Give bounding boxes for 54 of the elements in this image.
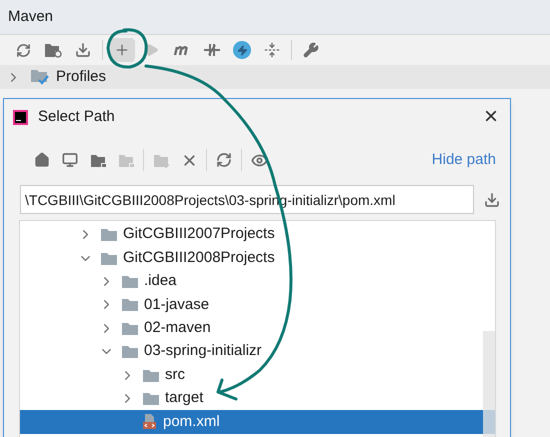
hide-path-link[interactable]: Hide path <box>432 148 496 172</box>
tree-row[interactable]: 03-spring-initializr <box>20 340 495 364</box>
folder-icon <box>142 390 160 406</box>
tree-label: Profiles <box>56 66 106 87</box>
folder-icon <box>121 297 139 312</box>
run-icon <box>145 43 159 57</box>
desktop-icon <box>62 152 78 168</box>
m-letter-icon <box>173 44 191 56</box>
tree-row[interactable]: Profiles <box>0 65 550 89</box>
folder-check-icon <box>30 68 52 86</box>
toolbar-button[interactable] <box>109 38 135 62</box>
panel-title: Maven <box>8 6 54 27</box>
refresh-icon <box>16 42 30 58</box>
tree-row[interactable]: .idea <box>20 270 495 294</box>
tree-label: GitCGBIII2008Projects <box>123 248 275 268</box>
download-icon <box>484 192 500 208</box>
wrench-icon <box>303 42 319 58</box>
dialog-title: Select Path <box>38 106 115 127</box>
tree-label: 01-javase <box>144 294 210 315</box>
folder-icon <box>118 152 134 168</box>
tree-label: GitCGBIII2007Projects <box>123 224 275 244</box>
folder-icon <box>121 344 139 360</box>
folder-refresh-icon <box>44 42 62 58</box>
folder-icon <box>121 320 139 336</box>
folder-icon <box>121 274 139 289</box>
collapse-icon <box>264 42 280 58</box>
add-icon <box>114 42 130 58</box>
tree-label: target <box>165 388 204 408</box>
download-icon <box>75 42 91 58</box>
tree-label: 03-spring-initializr <box>144 341 262 362</box>
tree-row[interactable]: 01-javase <box>20 293 495 317</box>
eye-icon <box>250 152 268 168</box>
xml-file-icon <box>142 413 158 430</box>
home-icon <box>34 152 50 168</box>
tree-label: 02-maven <box>144 318 211 338</box>
tree-row[interactable]: src <box>20 363 495 387</box>
refresh-icon <box>216 152 232 168</box>
tree-label: .idea <box>144 271 177 292</box>
folder-icon <box>100 227 118 242</box>
scrollbar[interactable] <box>483 331 495 437</box>
tree-row[interactable]: GitCGBIII2007Projects <box>20 223 495 246</box>
app-logo-icon <box>13 110 28 124</box>
tree-row[interactable]: 02-maven <box>20 316 495 340</box>
tree-row[interactable]: target <box>20 386 495 410</box>
tree-label: src <box>165 364 185 385</box>
close-button[interactable]: × <box>484 105 498 129</box>
folder-icon <box>142 368 160 383</box>
folder-icon <box>90 152 106 168</box>
skip-tests-icon <box>203 42 221 58</box>
folder-icon <box>100 250 118 266</box>
tree-label: pom.xml <box>163 412 220 432</box>
tree-row[interactable]: GitCGBIII2008Projects <box>20 246 495 270</box>
new-folder-icon <box>152 152 170 168</box>
lightning-icon <box>233 41 251 59</box>
